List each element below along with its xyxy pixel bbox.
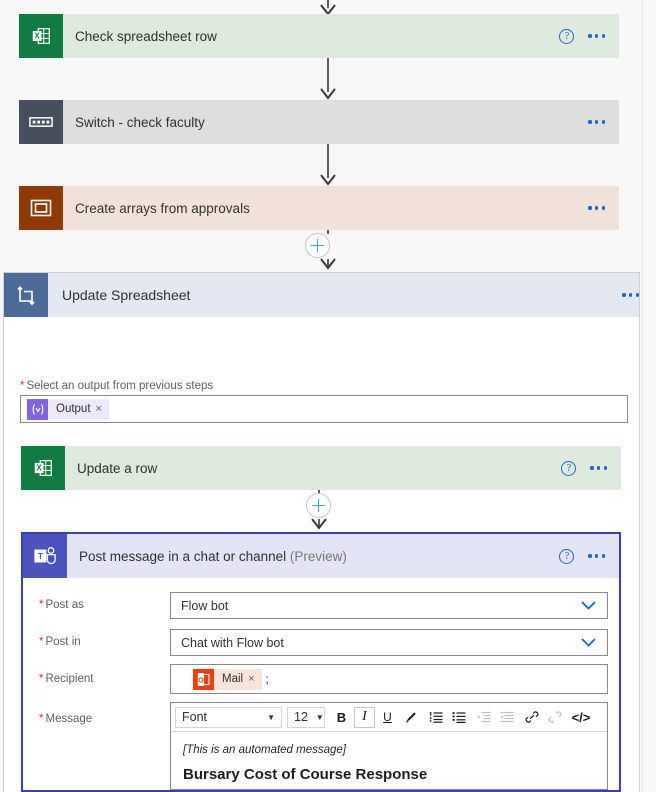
post-in-dropdown[interactable]: Chat with Flow bot [170, 629, 608, 656]
flow-step-post-message[interactable]: T Post message in a chat or channel (Pre… [21, 532, 621, 792]
step-menu-button[interactable] [588, 120, 605, 124]
chevron-down-icon[interactable] [577, 638, 599, 647]
step-menu-button[interactable] [588, 554, 605, 558]
increase-indent-icon[interactable] [496, 707, 517, 728]
required-asterisk: * [39, 713, 44, 725]
post-message-header[interactable]: T Post message in a chat or channel (Pre… [23, 534, 619, 578]
chevron-down-icon[interactable] [577, 601, 599, 610]
excel-icon: X [19, 14, 63, 58]
recipient-separator: ; [265, 672, 269, 686]
italic-button[interactable]: I [354, 706, 375, 728]
bold-button[interactable]: B [331, 707, 352, 728]
post-message-title: Post message in a chat or channel (Previ… [67, 549, 559, 564]
required-asterisk: * [20, 380, 25, 392]
flow-step-create-arrays-from-approvals[interactable]: Create arrays from approvals [19, 186, 619, 230]
message-label: * Message [39, 713, 93, 725]
post-as-label: * Post as [39, 599, 84, 611]
font-family-value: Font [182, 710, 208, 724]
scope-body: * Select an output from previous steps O… [4, 317, 639, 792]
connector-2 [0, 144, 656, 186]
preview-badge: (Preview) [289, 548, 347, 564]
message-body[interactable]: [This is an automated message] Bursary C… [171, 732, 607, 792]
highlight-pen-icon[interactable] [400, 707, 421, 728]
help-icon[interactable]: ? [559, 548, 575, 564]
add-step-button[interactable] [305, 233, 330, 258]
svg-text:T: T [38, 551, 43, 561]
decrease-indent-icon[interactable] [473, 707, 494, 728]
scrollbar-gutter[interactable] [642, 0, 656, 792]
post-message-title-main: Post message in a chat or channel [79, 548, 287, 564]
help-icon[interactable]: ? [559, 28, 575, 44]
scope-menu-button[interactable] [622, 293, 639, 297]
unlink-icon[interactable] [544, 707, 565, 728]
switch-icon [19, 100, 63, 144]
bulleted-list-icon[interactable] [448, 707, 469, 728]
message-rich-text-editor[interactable]: Font ▼ 12 ▼ B I U </> [This is an automa… [170, 702, 608, 790]
step-menu-button[interactable] [588, 206, 605, 210]
apply-to-each-icon [4, 273, 48, 317]
scope-header[interactable]: Update Spreadsheet [4, 273, 639, 317]
font-size-dropdown[interactable]: 12 ▼ [287, 706, 325, 728]
flow-scope-update-spreadsheet[interactable]: Update Spreadsheet * Select an output fro… [3, 272, 640, 792]
add-step-button-inner[interactable] [306, 493, 331, 518]
font-size-value: 12 [294, 710, 308, 724]
recipient-label: * Recipient [39, 673, 94, 685]
svg-text:X: X [34, 31, 40, 40]
flow-step-check-spreadsheet-row[interactable]: X Check spreadsheet row ? [19, 14, 619, 58]
help-icon[interactable]: ? [561, 460, 577, 476]
flow-designer-canvas: X Check spreadsheet row ? Switch - check… [0, 0, 656, 792]
post-as-value: Flow bot [181, 598, 229, 613]
automated-note: [This is an automated message] [183, 744, 346, 756]
chevron-down-icon: ▼ [267, 712, 275, 722]
rte-toolbar: Font ▼ 12 ▼ B I U </> [171, 703, 607, 732]
numbered-list-icon[interactable] [425, 707, 446, 728]
connector-1 [0, 58, 656, 100]
flow-step-title: Update a row [77, 460, 158, 476]
token-label: Mail [222, 673, 244, 685]
required-asterisk: * [39, 636, 44, 648]
variable-icon [27, 398, 48, 420]
font-family-dropdown[interactable]: Font ▼ [175, 706, 282, 728]
token-output[interactable]: Output × [27, 398, 109, 420]
scope-title: Update Spreadsheet [62, 287, 191, 303]
link-icon[interactable] [521, 707, 542, 728]
excel-icon: X [21, 446, 65, 490]
post-in-value: Chat with Flow bot [181, 635, 284, 650]
step-menu-button[interactable] [588, 34, 605, 38]
post-as-dropdown[interactable]: Flow bot [170, 592, 608, 619]
token-label: Output [56, 403, 91, 415]
teams-icon: T [23, 534, 67, 578]
step-menu-button[interactable] [590, 466, 607, 470]
flow-step-update-a-row[interactable]: X Update a row ? [21, 446, 621, 490]
flow-step-title: Create arrays from approvals [75, 200, 250, 216]
outlook-icon: O [193, 668, 214, 690]
chevron-down-icon: ▼ [315, 712, 324, 722]
post-in-label: * Post in [39, 636, 81, 648]
token-remove-icon[interactable]: × [96, 403, 102, 415]
scope-icon [19, 186, 63, 230]
flow-step-title: Switch - check faculty [75, 114, 205, 130]
svg-text:O: O [198, 675, 204, 684]
code-view-button[interactable]: </> [569, 707, 593, 728]
token-remove-icon[interactable]: × [248, 673, 254, 685]
recipient-input[interactable]: O Mail × ; [170, 664, 608, 694]
flow-step-switch-check-faculty[interactable]: Switch - check faculty [19, 100, 619, 144]
underline-button[interactable]: U [377, 707, 398, 728]
required-asterisk: * [39, 673, 44, 685]
message-heading: Bursary Cost of Course Response [183, 765, 428, 783]
output-field-label: * Select an output from previous steps [20, 380, 214, 392]
svg-text:X: X [36, 463, 42, 472]
required-asterisk: * [39, 599, 44, 611]
token-mail[interactable]: O Mail × [193, 668, 262, 690]
output-field-input[interactable]: Output × [20, 395, 628, 423]
flow-step-title: Check spreadsheet row [75, 28, 217, 44]
